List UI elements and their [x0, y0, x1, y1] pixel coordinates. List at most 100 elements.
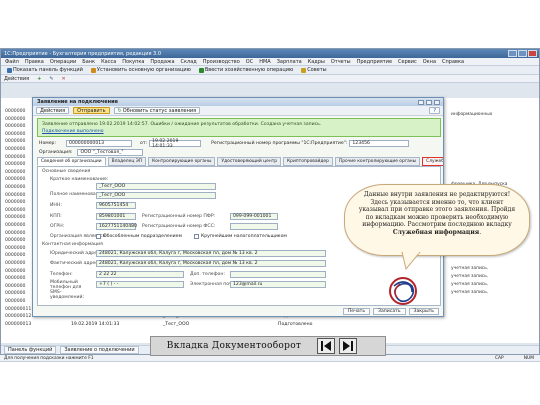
table-cell-num: 0000000 [5, 177, 26, 183]
tab-5[interactable]: Криптопровайдер [283, 157, 333, 166]
option-largest-taxpayer: Крупнейшим налогоплательщиком [200, 234, 287, 239]
tab-7[interactable]: Служебная информация [422, 157, 443, 166]
refresh-status-button[interactable]: ↻ Обновить статус заявления [113, 107, 201, 114]
delete-icon[interactable]: ✕ [62, 76, 66, 82]
print-button[interactable]: Печать [342, 307, 371, 315]
slide-navigation-bar: Вкладка Документооборот [150, 336, 386, 356]
maximize-icon[interactable] [426, 99, 432, 105]
minimize-icon[interactable] [418, 99, 424, 105]
close-icon[interactable] [434, 99, 440, 105]
table-cell-num: 0000000 [5, 238, 26, 244]
list-command-bar: Действия + ✎ ✕ [1, 75, 539, 83]
menu-item[interactable]: Производство [203, 59, 240, 65]
tab-6[interactable]: Прочие контролирующие органы [334, 157, 421, 166]
table-cell-num: 0000000 [5, 139, 26, 145]
date-field[interactable]: 19.02.2019 14:01:33 [149, 139, 202, 149]
next-slide-button[interactable] [339, 338, 357, 354]
menu-item[interactable]: Отчеты [331, 59, 351, 65]
menu-item[interactable]: НМА [259, 59, 271, 65]
reg-number-field[interactable]: 123456 [349, 140, 410, 147]
toolbar-button[interactable]: Советы [298, 67, 329, 74]
menu-item[interactable]: Покупка [122, 59, 144, 65]
refresh-icon: ↻ [117, 107, 122, 114]
table-cell-num: 0000000 [5, 185, 26, 190]
close-button[interactable]: Закрыть [408, 307, 439, 315]
actions-button[interactable]: Действия [36, 107, 70, 114]
menu-item[interactable]: Касса [101, 59, 116, 65]
toolbar-icon [301, 67, 307, 73]
organization-field[interactable]: ООО "_Тестовая_" [77, 149, 144, 156]
dialog-titlebar: Заявление на подключение [33, 98, 443, 106]
app-toolbar: Показать панель функций Установить основн… [1, 66, 539, 75]
toolbar-button[interactable]: Показать панель функций [4, 67, 86, 74]
minimize-icon[interactable] [508, 50, 517, 57]
pfr-field[interactable]: 099-099-001001 [230, 213, 278, 220]
menu-item[interactable]: Банк [82, 59, 95, 65]
menu-item[interactable]: Справка [442, 59, 464, 65]
banner-link[interactable]: Подключение выполнено [42, 128, 436, 135]
actions-label: Действия [40, 107, 66, 114]
legal-address-field[interactable]: 248021, Калужская обл, Калуга г, Московс… [96, 250, 326, 257]
organization-label: Организация: [39, 150, 73, 155]
actual-address-field[interactable]: 248021, Калужская обл, Калуга г, Московс… [96, 260, 326, 267]
menu-item[interactable]: Операции [50, 59, 76, 65]
mobile-field[interactable]: +7 ( ) - - [96, 281, 184, 288]
menu-item[interactable]: ОС [246, 59, 253, 65]
tab-4[interactable]: Удостоверяющий центр [217, 157, 282, 166]
screen: 1С:Предприятие - Бухгалтерия предприятия… [0, 0, 540, 405]
toolbar-button[interactable]: Установить основную организацию [88, 67, 194, 74]
taskbar-item[interactable]: Панель функций [4, 346, 57, 354]
send-button[interactable]: Отправить [73, 107, 110, 114]
inn-field[interactable]: 9605751454 [96, 202, 136, 209]
menu-item[interactable]: Зарплата [277, 59, 302, 65]
taskbar-item[interactable]: Заявление о подключении [60, 346, 139, 354]
maximize-icon[interactable] [518, 50, 527, 57]
menu-item[interactable]: Склад [181, 59, 197, 65]
email-field[interactable]: 123@mail.ru [230, 281, 326, 288]
toolbar-button[interactable]: Ввести хозяйственную операцию [196, 67, 296, 74]
tab-3[interactable]: Контролирующие органы [148, 157, 216, 166]
menu-item[interactable]: Предприятие [357, 59, 392, 65]
save-button[interactable]: Записать [373, 307, 406, 315]
short-name-field[interactable]: _Тест_ООО [96, 183, 216, 190]
toolbar-icon [90, 67, 96, 73]
tab-2[interactable]: Владелец ЭП [107, 157, 147, 166]
phone-field[interactable]: 2 22 22 [96, 271, 184, 278]
ogrn-field[interactable]: 1627751140480 [96, 223, 137, 230]
menu-item[interactable]: Правка [25, 59, 44, 65]
full-name-field[interactable]: _Тест_ООО [96, 192, 216, 199]
table-cell-num: 0000000 [5, 109, 26, 114]
menu-item[interactable]: Окна [423, 59, 436, 65]
menu-item[interactable]: Файл [5, 59, 19, 65]
help-button[interactable]: ? [429, 107, 440, 114]
close-icon[interactable] [528, 50, 537, 57]
table-cell-num: 0000000 [5, 162, 26, 168]
close-label: Закрыть [413, 308, 434, 314]
table-cell-num: 0000000 [5, 268, 26, 274]
add-icon[interactable]: + [37, 76, 41, 82]
inn-label: ИНН: [50, 203, 62, 208]
number-field[interactable]: 000000000013 [66, 140, 133, 147]
menu-item[interactable]: Продажа [150, 59, 174, 65]
app-titlebar: 1С:Предприятие - Бухгалтерия предприятия… [1, 49, 539, 58]
number-label: Номер: [39, 141, 57, 146]
fss-field[interactable] [230, 223, 278, 230]
tab-1[interactable]: Сведения об организации [37, 157, 106, 166]
toolbar-icon [198, 67, 204, 73]
table-row[interactable]: 000000013 19.02.2019 14:01:33 _Тест_ООО Под… [5, 321, 312, 328]
slide-title: Вкладка Документооборот [166, 341, 302, 351]
kpp-field[interactable]: 859801001 [96, 213, 136, 220]
table-cell-num: 000000012 [5, 314, 32, 320]
previous-slide-button[interactable] [317, 338, 335, 354]
extra-phone-field[interactable] [230, 271, 326, 278]
menu-item[interactable]: Сервис [398, 59, 417, 65]
actions-menu[interactable]: Действия [4, 76, 29, 82]
table-cell-num: 0000000 [5, 154, 26, 160]
toolbar-label: Ввести хозяйственную операцию [204, 67, 294, 73]
kpp-label: КПП: [50, 214, 62, 219]
checkbox-icon[interactable] [96, 234, 101, 239]
table-cell-num: 0000000 [5, 230, 26, 236]
checkbox-icon[interactable] [193, 234, 199, 239]
edit-icon[interactable]: ✎ [49, 76, 53, 82]
menu-item[interactable]: Кадры [308, 59, 325, 65]
